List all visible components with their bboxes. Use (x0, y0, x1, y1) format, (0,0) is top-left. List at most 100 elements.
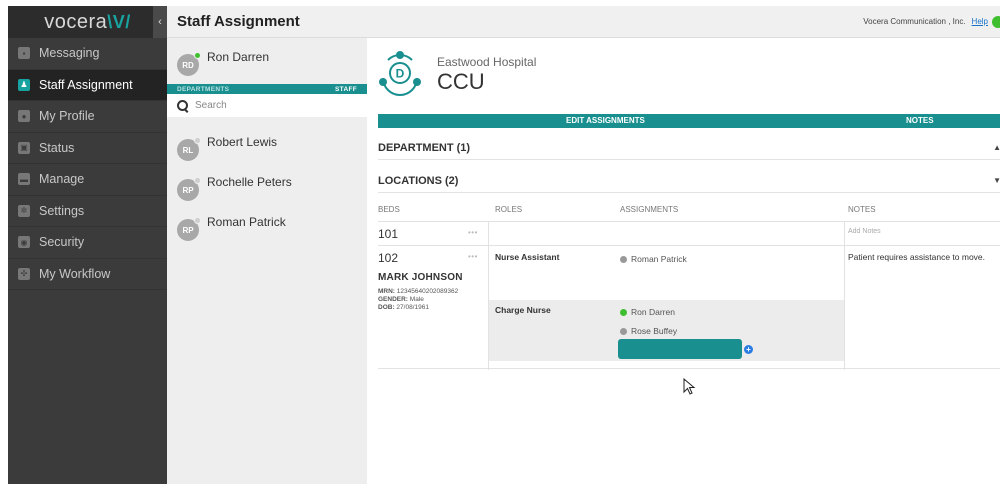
avatar: RD (177, 52, 201, 76)
sidebar-item-staff-assignment[interactable]: ♟ Staff Assignment (8, 69, 167, 101)
avatar: RP (177, 217, 201, 241)
caret-down-icon[interactable]: ▼ (993, 169, 1000, 193)
sidebar-item-label: Messaging (39, 46, 100, 61)
assign-staff-input[interactable] (618, 339, 742, 359)
search-icon (177, 99, 189, 112)
add-notes-field[interactable]: Add Notes (848, 228, 881, 235)
presence-offline-icon (194, 177, 201, 184)
avatar: RL (177, 137, 201, 161)
bed-number: 102 (378, 251, 399, 265)
sidebar-item-label: Status (39, 140, 75, 155)
staff-panel: RD Ron Darren DEPARTMENTS STAFF Search R… (167, 38, 367, 484)
presence-online-icon (620, 308, 627, 316)
main-content: D Eastwood Hospital CCU EDIT ASSIGNMENTS… (367, 38, 1000, 484)
company-name: Vocera Communication , Inc. (863, 17, 966, 26)
workflow-icon: ✣ (18, 267, 30, 280)
patient-gender: GENDER: Male (378, 296, 424, 303)
page-title: Staff Assignment (177, 13, 300, 30)
status-indicator[interactable] (992, 15, 1000, 28)
unit-name: CCU (437, 69, 485, 94)
action-bar: EDIT ASSIGNMENTS NOTES (378, 114, 1000, 128)
sidebar-item-messaging[interactable]: ▪ Messaging (8, 38, 167, 70)
bed-number: 101 (378, 227, 399, 241)
bed-note[interactable]: Patient requires assistance to move. (848, 252, 985, 262)
gear-icon: ✲ (18, 204, 30, 217)
sidebar-item-label: Staff Assignment (39, 77, 133, 92)
sidebar-item-label: Manage (39, 172, 85, 187)
department-section[interactable]: DEPARTMENT (1) ▲ (378, 136, 1000, 160)
assignee[interactable]: Roman Patrick (620, 254, 687, 264)
sidebar-item-my-workflow[interactable]: ✣ My Workflow (8, 259, 167, 290)
staff-list: RL Robert Lewis RP Rochelle Peters RP Ro… (167, 117, 367, 243)
manage-icon: ▬ (18, 173, 30, 186)
column-assignments: ASSIGNMENTS (620, 205, 679, 214)
column-notes: NOTES (848, 205, 876, 214)
staff-name: Robert Lewis (207, 135, 278, 149)
department-header: D Eastwood Hospital CCU (367, 38, 1000, 112)
list-item[interactable]: RL Robert Lewis (167, 123, 367, 163)
role-charge-nurse: Charge Nurse (495, 305, 551, 315)
help-link[interactable]: Help (972, 17, 988, 26)
department-logo-icon: D (379, 51, 421, 96)
sidebar-item-label: My Workflow (39, 266, 111, 281)
notes-button[interactable]: NOTES (906, 114, 934, 128)
sidebar-item-security[interactable]: ◉ Security (8, 227, 167, 259)
sidebar-item-label: Security (39, 235, 85, 250)
column-divider (844, 222, 845, 245)
search-input[interactable]: Search (167, 94, 367, 117)
logo-text: vocera\V/ (44, 10, 131, 33)
section-title: LOCATIONS (2) (378, 175, 459, 187)
sidebar-item-my-profile[interactable]: ● My Profile (8, 101, 167, 133)
panel-tabs: DEPARTMENTS STAFF (167, 84, 367, 94)
edit-assignments-button[interactable]: EDIT ASSIGNMENTS (566, 114, 645, 128)
tab-staff[interactable]: STAFF (335, 86, 357, 93)
locations-section[interactable]: LOCATIONS (2) ▼ (378, 169, 1000, 193)
presence-offline-icon (620, 255, 627, 263)
table-header: BEDS ROLES ASSIGNMENTS NOTES (378, 203, 1000, 219)
list-item[interactable]: RP Rochelle Peters (167, 163, 367, 203)
presence-offline-icon (194, 217, 201, 224)
more-options-icon[interactable]: ••• (468, 228, 478, 237)
role-nurse-assistant: Nurse Assistant (495, 252, 560, 262)
column-beds: BEDS (378, 205, 400, 214)
patient-name: MARK JOHNSON (378, 272, 463, 283)
profile-icon: ● (18, 110, 30, 123)
list-item[interactable]: RP Roman Patrick (167, 203, 367, 243)
table-row: 101 ••• Add Notes (378, 221, 1000, 245)
avatar: RP (177, 177, 201, 201)
status-icon: ▣ (18, 141, 30, 154)
message-icon: ▪ (18, 47, 30, 60)
staff-icon: ♟ (18, 78, 30, 91)
sidebar-item-manage[interactable]: ▬ Manage (8, 164, 167, 196)
staff-name: Roman Patrick (207, 215, 286, 229)
presence-offline-icon (620, 327, 627, 335)
sidebar-nav: ▪ Messaging ♟ Staff Assignment ● My Prof… (8, 38, 167, 290)
presence-online-icon (194, 52, 201, 59)
column-divider (488, 246, 489, 370)
shield-icon: ◉ (18, 236, 30, 249)
presence-offline-icon (194, 137, 201, 144)
brand-logo: vocera\V/ ‹ (8, 6, 167, 38)
search-placeholder: Search (195, 100, 227, 111)
logo-letter: D (396, 67, 405, 81)
add-icon[interactable]: + (744, 345, 753, 354)
caret-up-icon[interactable]: ▲ (993, 136, 1000, 160)
assignee[interactable]: Rose Buffey (620, 326, 677, 336)
current-user[interactable]: RD Ron Darren (167, 38, 367, 84)
assignee[interactable]: Ron Darren (620, 307, 675, 317)
section-title: DEPARTMENT (1) (378, 142, 471, 154)
column-divider (844, 246, 845, 370)
sidebar-item-label: Settings (39, 203, 85, 218)
chevron-left-icon[interactable]: ‹ (153, 6, 167, 38)
staff-name: Rochelle Peters (207, 175, 292, 189)
column-roles: ROLES (495, 205, 523, 214)
sidebar-item-settings[interactable]: ✲ Settings (8, 196, 167, 227)
sidebar-item-status[interactable]: ▣ Status (8, 133, 167, 164)
more-options-icon[interactable]: ••• (468, 252, 478, 261)
app-window: vocera\V/ ‹ ▪ Messaging ♟ Staff Assignme… (0, 0, 1000, 484)
patient-dob: DOB: 27/08/1961 (378, 304, 429, 311)
tab-departments[interactable]: DEPARTMENTS (177, 86, 229, 93)
mouse-cursor-icon (683, 378, 696, 395)
patient-mrn: MRN: 12345640202089362 (378, 288, 459, 295)
sidebar: vocera\V/ ‹ ▪ Messaging ♟ Staff Assignme… (8, 6, 167, 484)
